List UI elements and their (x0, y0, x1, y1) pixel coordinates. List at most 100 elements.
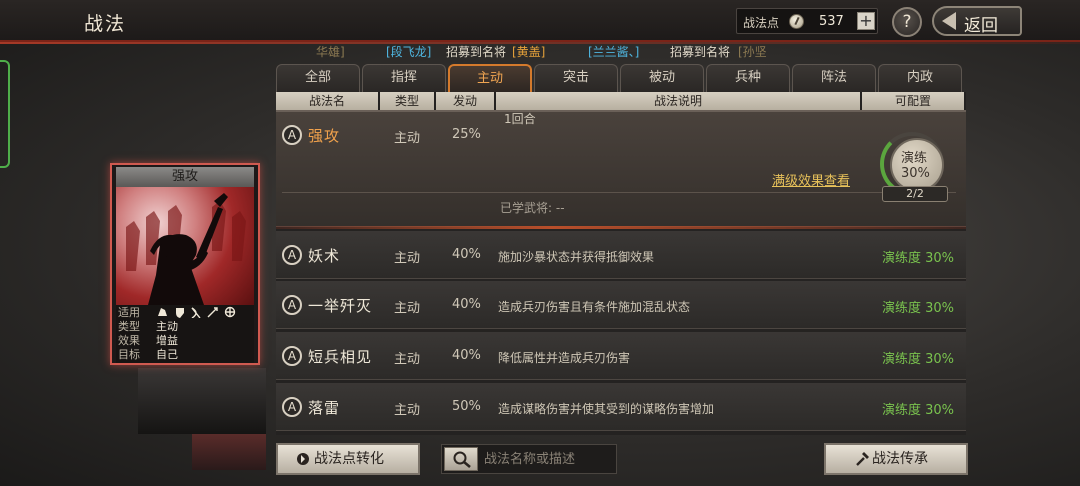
column-header-description: 战法说明 (496, 92, 860, 110)
tactic-rate: 40% (452, 297, 481, 312)
tactic-type: 主动 (394, 131, 421, 146)
bow-icon (191, 307, 201, 319)
proficiency-label: 演练度 30% (881, 352, 954, 367)
tactic-type: 主动 (394, 352, 421, 367)
proficiency-label: 演练度 30% (881, 403, 954, 418)
cavalry-icon (158, 308, 167, 316)
back-arrow-icon (942, 12, 956, 30)
table-row-expanded[interactable]: A 强攻 主动 25% 1回合 满级效果查看 已学武将: -- 演练 30% 2… (276, 112, 966, 227)
card-stat-type: 类型 主动 (118, 320, 178, 333)
column-header-type: 类型 (380, 92, 434, 110)
table-row[interactable]: A 一举歼灭 主动 40% 造成兵刃伤害且有条件施加混乱状态 演练度 30% (276, 281, 966, 329)
badge-percent: 30% (901, 166, 930, 181)
card-stack-shadow (192, 434, 266, 470)
shield-icon (176, 308, 184, 318)
proficiency-label: 演练度 30% (881, 251, 954, 266)
active-type-icon: A (282, 397, 302, 417)
tactic-card: 强攻 适用 类型 主动 效果 增益 目标 自己 (110, 163, 260, 365)
card-artwork (116, 187, 254, 305)
search-button[interactable] (444, 447, 478, 471)
card-stat-target: 目标 自己 (118, 348, 178, 361)
tactic-description: 造成兵刃伤害且有条件施加混乱状态 (498, 300, 691, 314)
ticker-segment: 招募到名将 (670, 45, 731, 59)
card-stat-applicable: 适用 (118, 306, 236, 320)
card-stack-shadow (138, 368, 266, 434)
inherit-tactic-button[interactable]: 战法传承 (824, 443, 968, 475)
ticker-segment: [孙坚 (738, 45, 767, 59)
tab-internal-affairs[interactable]: 内政 (878, 64, 962, 92)
tactic-description: 降低属性并造成兵刃伤害 (498, 351, 631, 365)
tactic-description: 施加沙暴状态并获得抵御效果 (498, 250, 655, 264)
tactic-name: 强攻 (308, 127, 341, 145)
tactic-rate: 50% (452, 399, 481, 414)
tactic-name: 妖术 (308, 247, 341, 265)
tactic-type: 主动 (394, 251, 421, 266)
applicable-troop-icons (158, 306, 236, 319)
ticker-segment: 华雄] (316, 45, 345, 59)
search-input[interactable] (484, 449, 612, 469)
tab-command[interactable]: 指挥 (362, 64, 446, 92)
tactic-rate: 40% (452, 348, 481, 363)
tactic-points-value: 537 (819, 14, 844, 29)
tab-formation[interactable]: 阵法 (792, 64, 876, 92)
tactic-description: 造成谋略伤害并使其受到的谋略伤害增加 (498, 402, 715, 416)
broadcast-ticker: 华雄] [段飞龙] 招募到名将 [黄盖] [兰兰酱、] 招募到名将 [孙坚 (316, 42, 776, 60)
card-stats: 适用 类型 主动 效果 增益 目标 自己 (116, 305, 254, 363)
active-type-icon: A (282, 245, 302, 265)
tactic-rate: 25% (452, 127, 481, 142)
tab-passive[interactable]: 被动 (620, 64, 704, 92)
back-button[interactable]: 返回 (932, 6, 1022, 36)
max-level-effect-link[interactable]: 满级效果查看 (772, 170, 850, 189)
left-side-drawer-handle[interactable] (0, 60, 10, 168)
tab-assault[interactable]: 突击 (534, 64, 618, 92)
tactic-name: 落雷 (308, 399, 341, 417)
learned-generals: 已学武将: -- (500, 201, 565, 215)
convert-points-button[interactable]: 战法点转化 (276, 443, 420, 475)
tactic-points-label: 战法点 (743, 16, 780, 30)
page-title: 战法 (84, 13, 127, 35)
search-icon (453, 451, 471, 468)
inherit-tactic-label: 战法传承 (872, 451, 928, 467)
warrior-silhouette-illustration (126, 193, 246, 305)
table-row[interactable]: A 妖术 主动 40% 施加沙暴状态并获得抵御效果 演练度 30% (276, 231, 966, 279)
ticker-segment: 招募到名将 (446, 45, 507, 59)
active-type-icon: A (282, 346, 302, 366)
expanded-row-separator (276, 226, 966, 229)
convert-icon (297, 453, 309, 465)
configure-count: 2/2 (882, 186, 948, 202)
tactic-name: 一举歼灭 (308, 297, 373, 315)
search-bar (441, 444, 617, 474)
badge-label: 演练 (901, 151, 928, 166)
tactic-type: 主动 (394, 301, 421, 316)
add-points-button[interactable]: + (857, 12, 875, 30)
active-type-icon: A (282, 295, 302, 315)
column-header-configurable: 可配置 (862, 92, 964, 110)
tactic-name: 短兵相见 (308, 348, 373, 366)
ticker-segment: [兰兰酱、] (588, 45, 640, 59)
hammer-icon (856, 452, 869, 466)
tactics-table: 战法名 类型 发动 战法说明 可配置 A 强攻 主动 25% 1回合 满级效果查… (276, 92, 966, 435)
help-button[interactable]: ? (892, 7, 922, 37)
table-row[interactable]: A 落雷 主动 50% 造成谋略伤害并使其受到的谋略伤害增加 演练度 30% (276, 383, 966, 431)
proficiency-label: 演练度 30% (881, 301, 954, 316)
tactic-type: 主动 (394, 403, 421, 418)
ticker-segment: [段飞龙] (386, 45, 432, 59)
ticker-segment: [黄盖] (512, 45, 546, 59)
convert-points-label: 战法点转化 (314, 451, 384, 467)
tab-all[interactable]: 全部 (276, 64, 360, 92)
wheel-icon (224, 306, 236, 318)
card-stat-effect: 效果 增益 (118, 334, 178, 347)
top-bar: 战法 战法点 537 + ? 返回 (0, 0, 1080, 44)
tab-active[interactable]: 主动 (448, 64, 532, 92)
tab-troop-type[interactable]: 兵种 (706, 64, 790, 92)
tactic-rate: 40% (452, 247, 481, 262)
back-label: 返回 (964, 16, 998, 36)
spear-icon (207, 307, 218, 318)
card-title: 强攻 (116, 167, 254, 187)
column-header-name: 战法名 (276, 92, 378, 110)
tactic-point-coin-icon (789, 14, 804, 29)
active-type-icon: A (282, 125, 302, 145)
table-row[interactable]: A 短兵相见 主动 40% 降低属性并造成兵刃伤害 演练度 30% (276, 332, 966, 380)
tactic-description: 1回合 (504, 112, 536, 126)
column-header-trigger-rate: 发动 (436, 92, 494, 110)
